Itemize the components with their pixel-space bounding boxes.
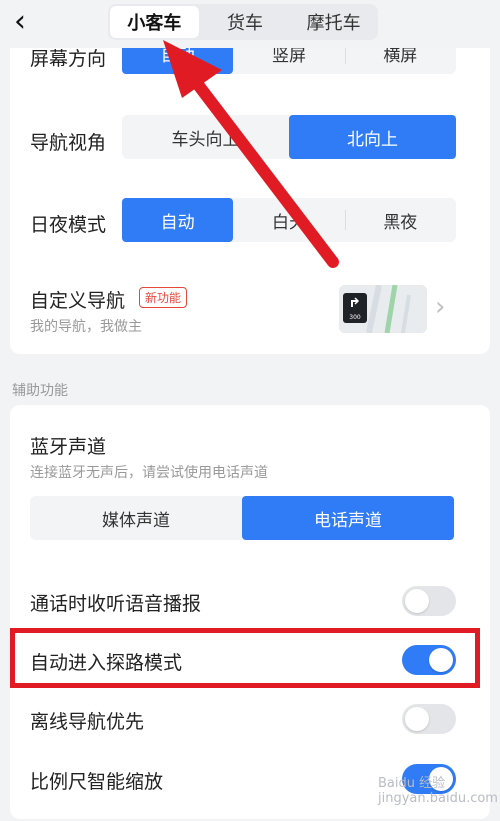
watermark: Baidu 经验 jingyan.baidu.com [378, 776, 498, 806]
custom-nav-thumbnail[interactable]: 300 [339, 285, 427, 333]
toggle-knob [405, 707, 429, 731]
toggle-knob [405, 589, 429, 613]
nav-view-segment: 车头向上 北向上 [122, 115, 456, 159]
nav-view-heading-up[interactable]: 车头向上 [122, 115, 289, 159]
custom-nav-subtitle: 我的导航，我做主 [30, 319, 142, 335]
day-night-auto[interactable]: 自动 [122, 198, 234, 242]
day-night-night[interactable]: 黑夜 [344, 198, 456, 242]
nav-view-north-up[interactable]: 北向上 [289, 115, 456, 159]
bluetooth-channel-segment: 媒体声道 电话声道 [30, 496, 454, 540]
chevron-right-icon[interactable]: › [435, 292, 445, 322]
bluetooth-channel-subtitle: 连接蓝牙无声后，请尝试使用电话声道 [30, 465, 268, 481]
tab-motorcycle[interactable]: 摩托车 [289, 4, 378, 40]
day-night-day[interactable]: 白天 [233, 198, 344, 242]
smart-scale-zoom-label: 比例尺智能缩放 [30, 771, 164, 793]
thumbnail-distance-text: 300 [349, 314, 361, 321]
tab-car[interactable]: 小客车 [110, 6, 199, 38]
tab-truck[interactable]: 货车 [201, 4, 290, 40]
annotation-highlight-box [10, 628, 480, 688]
call-voice-broadcast-label: 通话时收听语音播报 [30, 593, 202, 615]
offline-nav-priority-label: 离线导航优先 [30, 711, 145, 733]
nav-view-label: 导航视角 [30, 132, 107, 154]
call-voice-broadcast-toggle[interactable] [402, 586, 456, 616]
media-channel-option[interactable]: 媒体声道 [30, 496, 242, 540]
back-arrow-icon[interactable]: ‹ [14, 6, 26, 38]
phone-channel-option[interactable]: 电话声道 [242, 496, 454, 540]
vehicle-tabs: 小客车 货车 摩托车 [108, 4, 378, 40]
offline-nav-priority-toggle[interactable] [402, 704, 456, 734]
new-feature-badge: 新功能 [139, 287, 188, 308]
assist-section-title: 辅助功能 [12, 383, 68, 399]
bluetooth-channel-title: 蓝牙声道 [30, 436, 107, 458]
top-bar: ‹ 小客车 货车 摩托车 [0, 0, 500, 48]
screen-direction-label: 屏幕方向 [30, 48, 107, 70]
custom-nav-title[interactable]: 自定义导航 [30, 286, 125, 313]
day-night-segment: 自动 白天 黑夜 [122, 198, 456, 242]
day-night-label: 日夜模式 [30, 214, 107, 236]
